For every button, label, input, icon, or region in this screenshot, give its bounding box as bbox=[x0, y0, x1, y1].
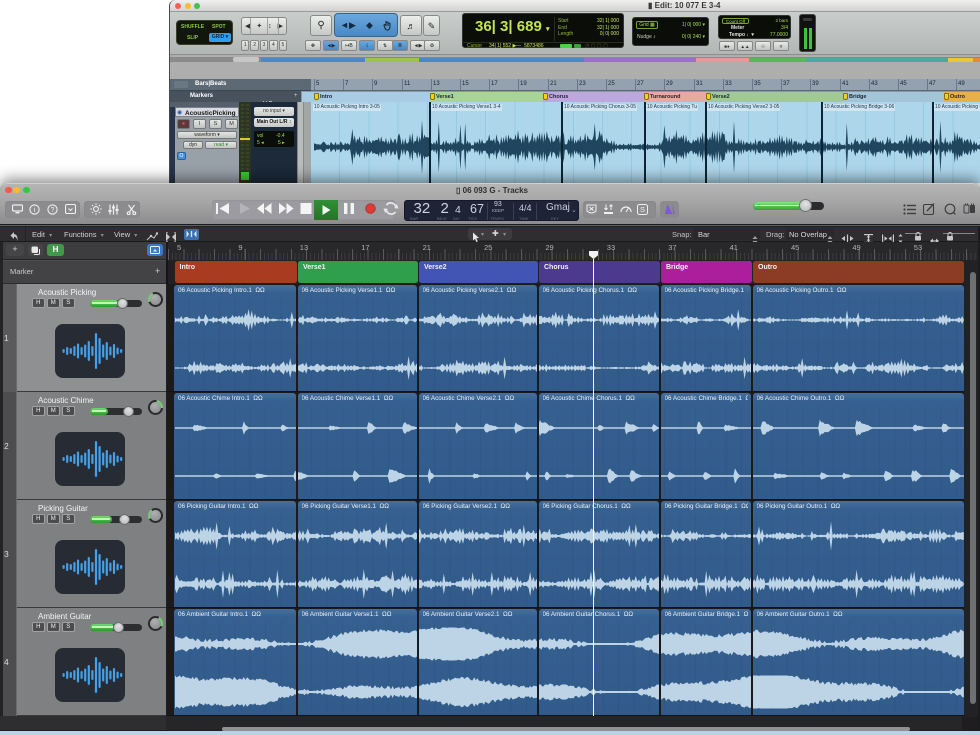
svg-text:?: ? bbox=[50, 207, 54, 214]
svg-text:S: S bbox=[640, 205, 645, 214]
svg-text:i: i bbox=[33, 207, 35, 214]
